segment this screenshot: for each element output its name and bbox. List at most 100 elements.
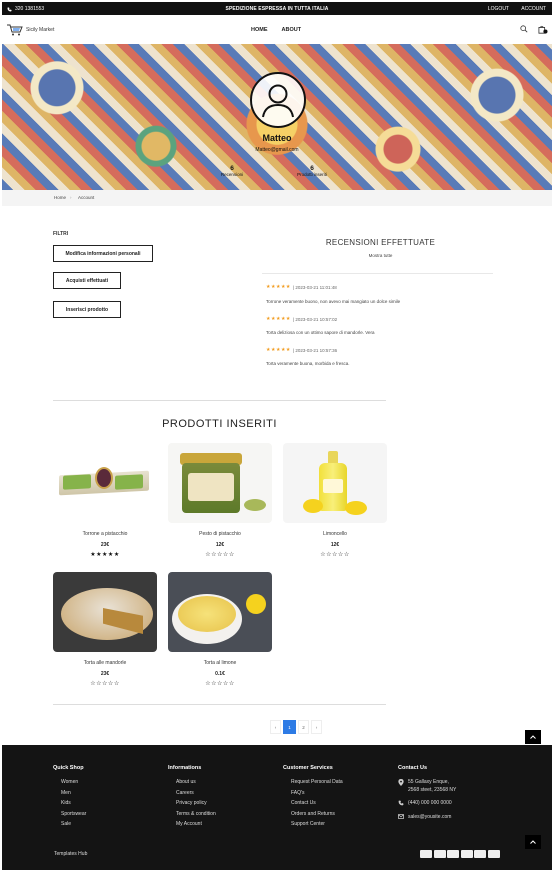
promo-banner: SPEDIZIONE ESPRESSA IN TUTTA ITALIA bbox=[225, 6, 329, 12]
add-product-button[interactable]: Inserisci prodotto bbox=[53, 301, 121, 318]
breadcrumb-home[interactable]: Home bbox=[54, 195, 66, 200]
footer-email-address: sales@yousite.com bbox=[408, 813, 452, 820]
footer-link[interactable]: My Account bbox=[176, 821, 216, 827]
credit-card-icon bbox=[474, 850, 486, 858]
breadcrumb-separator: › bbox=[70, 195, 72, 200]
paypal-icon bbox=[447, 850, 459, 858]
footer-contact: Contact Us 55 Gallaxy Enque, 2568 steet,… bbox=[398, 765, 456, 827]
footer-address: 55 Gallaxy Enque, 2568 steet, 23568 NY bbox=[398, 779, 456, 794]
pagination-next[interactable]: › bbox=[311, 720, 322, 734]
stat-products-value: 6 bbox=[310, 165, 314, 172]
stat-reviews: 6 Recensioni bbox=[207, 165, 257, 177]
footer-link[interactable]: Women bbox=[61, 779, 86, 785]
chevron-up-icon bbox=[530, 735, 536, 739]
product-card[interactable]: Torta alle mandorle 23€ ☆☆☆☆☆ bbox=[53, 572, 157, 687]
product-price: 12€ bbox=[330, 542, 340, 548]
product-rating: ☆☆☆☆☆ bbox=[90, 681, 120, 687]
footer-link[interactable]: Terms & condition bbox=[176, 811, 216, 817]
stat-reviews-value: 6 bbox=[230, 165, 234, 172]
main-header: Sicily Market HOME ABOUT bbox=[2, 15, 552, 45]
product-price: 12€ bbox=[215, 542, 225, 548]
footer-heading: Quick Shop bbox=[53, 765, 84, 771]
footer-link[interactable]: Men bbox=[61, 790, 86, 796]
review-meta: ★★★★★ | 2023-03-21 10:57:36 bbox=[266, 347, 337, 353]
pagination-prev[interactable]: ‹ bbox=[270, 720, 281, 734]
footer-link[interactable]: Contact Us bbox=[291, 800, 343, 806]
footer-phone[interactable]: (440) 000 000 0000 bbox=[398, 800, 456, 808]
mail-icon bbox=[398, 813, 404, 819]
visa-card-icon bbox=[420, 850, 432, 858]
profile-name: Matteo bbox=[262, 133, 292, 143]
shopping-bag-icon[interactable] bbox=[538, 25, 548, 34]
footer-heading: Customer Services bbox=[283, 765, 333, 771]
show-all-reviews-link[interactable]: Mostra tutte bbox=[268, 253, 493, 258]
product-image-limoncello[interactable] bbox=[283, 443, 387, 523]
product-card[interactable]: Torrone a pistacchio 23€ ★★★★★ bbox=[53, 443, 157, 558]
account-link[interactable]: ACCOUNT bbox=[521, 6, 546, 12]
product-image-torta-limone[interactable] bbox=[168, 572, 272, 652]
product-price: 23€ bbox=[100, 542, 110, 548]
address-line-2: 2568 steet, 23568 NY bbox=[408, 786, 457, 793]
footer-informations: Informations About us Careers Privacy po… bbox=[168, 765, 216, 832]
review-stars: ★★★★★ bbox=[266, 284, 291, 290]
logout-link[interactable]: LOGOUT bbox=[488, 6, 509, 12]
footer-link[interactable]: FAQ's bbox=[291, 790, 343, 796]
footer-link[interactable]: Orders and Returns bbox=[291, 811, 343, 817]
product-name: Pesto di pistacchio bbox=[199, 531, 241, 537]
product-rating: ★★★★★ bbox=[90, 552, 120, 558]
product-card[interactable]: Pesto di pistacchio 12€ ☆☆☆☆☆ bbox=[168, 443, 272, 558]
debit-card-icon bbox=[487, 850, 500, 858]
location-pin-icon bbox=[398, 779, 404, 786]
product-image-torta-mandorle[interactable] bbox=[53, 572, 157, 652]
search-icon[interactable] bbox=[520, 25, 528, 33]
product-name: Torta al limone bbox=[203, 660, 237, 666]
pagination-page-2[interactable]: 2 bbox=[298, 720, 309, 734]
footer-link[interactable]: Sale bbox=[61, 821, 86, 827]
pagination-page-1[interactable]: 1 bbox=[283, 720, 296, 734]
product-card[interactable]: Limoncello 12€ ☆☆☆☆☆ bbox=[283, 443, 387, 558]
review-text: Torta deliziosa con un ottimo sapore di … bbox=[266, 330, 375, 335]
footer-link[interactable]: Request Personal Data bbox=[291, 779, 343, 785]
filters-title: FILTRI bbox=[53, 231, 69, 237]
footer-phone-number: (440) 000 000 0000 bbox=[408, 800, 452, 806]
user-icon bbox=[262, 84, 294, 118]
footer-link[interactable]: Kids bbox=[61, 800, 86, 806]
footer-quick-shop: Quick Shop Women Men Kids Sportswear Sal… bbox=[53, 765, 86, 832]
products-section-title: PRODOTTI INSERITI bbox=[162, 418, 277, 430]
product-rating: ☆☆☆☆☆ bbox=[320, 552, 350, 558]
nav-about[interactable]: ABOUT bbox=[282, 27, 302, 33]
purchases-button[interactable]: Acquisti effettuati bbox=[53, 272, 121, 289]
reviews-divider bbox=[262, 273, 493, 274]
header-icons bbox=[520, 25, 548, 34]
footer-email[interactable]: sales@yousite.com bbox=[398, 814, 456, 822]
stat-products-label: Prodotti inseriti bbox=[297, 172, 327, 177]
reviews-title: RECENSIONI EFFETTUATE bbox=[325, 238, 436, 247]
breadcrumb-account: Account bbox=[78, 195, 95, 200]
product-rating: ☆☆☆☆☆ bbox=[205, 681, 235, 687]
product-image-torrone[interactable] bbox=[53, 443, 157, 523]
nav-home[interactable]: HOME bbox=[251, 27, 268, 33]
footer-link[interactable]: Careers bbox=[176, 790, 216, 796]
footer-link[interactable]: About us bbox=[176, 779, 216, 785]
footer-link[interactable]: Sportswear bbox=[61, 811, 86, 817]
product-price: 0.1€ bbox=[215, 671, 225, 677]
product-name: Torrone a pistacchio bbox=[82, 531, 128, 537]
footer-scroll-top-button[interactable] bbox=[525, 835, 541, 849]
main-nav: HOME ABOUT bbox=[251, 27, 301, 33]
footer-link[interactable]: Support Center bbox=[291, 821, 343, 827]
top-bar: 320 1381553 SPEDIZIONE ESPRESSA IN TUTTA… bbox=[2, 2, 552, 15]
brand-logo[interactable]: Sicily Market bbox=[7, 24, 54, 36]
product-image-pesto[interactable] bbox=[168, 443, 272, 523]
footer-link[interactable]: Privacy policy bbox=[176, 800, 216, 806]
review-meta: ★★★★★ | 2023-03-21 11:01:48 bbox=[266, 284, 337, 290]
profile-hero-banner: Matteo Matteo@gmail.com 6 Recensioni 6 P… bbox=[2, 44, 552, 190]
section-divider bbox=[53, 400, 386, 401]
avatar bbox=[250, 72, 306, 128]
phone-icon bbox=[398, 800, 404, 806]
product-card[interactable]: Torta al limone 0.1€ ☆☆☆☆☆ bbox=[168, 572, 272, 687]
scroll-to-top-button[interactable] bbox=[525, 730, 541, 744]
product-price: 23€ bbox=[100, 671, 110, 677]
amex-card-icon bbox=[460, 850, 473, 858]
edit-profile-button[interactable]: Modifica informazioni personali bbox=[53, 245, 153, 262]
review-text: Torta veramente buona, morbida e fresca. bbox=[266, 361, 350, 366]
